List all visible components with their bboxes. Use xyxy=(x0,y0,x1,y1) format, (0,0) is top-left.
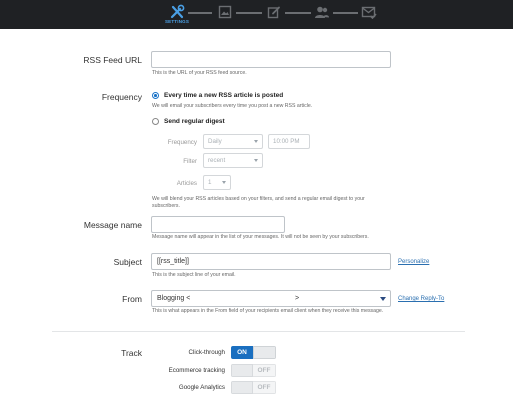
toggle-state: ON xyxy=(231,346,253,359)
track-item-label: Click-through xyxy=(188,349,225,356)
subject-help: This is the subject line of your email. xyxy=(152,272,236,278)
tools-icon xyxy=(169,4,185,20)
edit-step[interactable] xyxy=(263,4,285,20)
section-divider xyxy=(52,331,465,332)
from-select[interactable]: Blogging < > xyxy=(151,290,391,307)
digest-articles-select[interactable]: 1 xyxy=(203,175,231,190)
ecommerce-tracking-toggle[interactable]: OFF xyxy=(231,364,276,377)
step-connector xyxy=(236,12,262,14)
users-icon xyxy=(314,5,330,19)
wizard-bar: SETTINGS xyxy=(0,0,513,29)
change-reply-to-link[interactable]: Change Reply-To xyxy=(398,296,444,302)
rss-url-label: RSS Feed URL xyxy=(83,55,142,65)
frequency-label: Frequency xyxy=(101,92,142,102)
recipients-step[interactable] xyxy=(311,4,333,20)
digest-filter-value: recent xyxy=(208,157,226,164)
digest-help: We will blend your RSS articles based on… xyxy=(152,196,365,209)
radio-every-article[interactable] xyxy=(152,92,159,99)
from-value-end: > xyxy=(295,295,300,302)
edit-icon xyxy=(267,5,281,19)
chevron-down-icon xyxy=(254,140,258,143)
toggle-knob xyxy=(231,364,253,377)
digest-frequency-select[interactable]: Daily xyxy=(203,134,263,149)
image-icon xyxy=(218,5,232,19)
radio-digest-label[interactable]: Send regular digest xyxy=(164,118,225,125)
rss-url-input[interactable] xyxy=(151,51,391,68)
rss-url-help: This is the URL of your RSS feed source. xyxy=(152,70,247,76)
track-label: Track xyxy=(121,348,142,358)
chevron-down-icon xyxy=(380,297,386,301)
message-name-label: Message name xyxy=(83,220,142,230)
track-item-label: Google Analytics xyxy=(178,384,225,391)
click-through-toggle[interactable]: ON xyxy=(231,346,276,359)
track-item-label: Ecommerce tracking xyxy=(168,367,225,374)
radio-every-article-label[interactable]: Every time a new RSS article is posted xyxy=(164,92,283,99)
personalize-link[interactable]: Personalize xyxy=(398,259,429,265)
from-help: This is what appears in the From field o… xyxy=(152,308,384,314)
subject-input[interactable]: [[rss_title]] xyxy=(151,253,391,270)
send-step[interactable] xyxy=(358,4,380,20)
chevron-down-icon xyxy=(222,181,226,184)
envelope-check-icon xyxy=(361,5,377,19)
digest-articles-value: 1 xyxy=(208,179,212,186)
template-step[interactable] xyxy=(214,4,236,20)
toggle-knob xyxy=(253,346,276,359)
toggle-state: OFF xyxy=(253,364,276,377)
google-analytics-toggle[interactable]: OFF xyxy=(231,381,276,394)
digest-articles-label: Articles xyxy=(176,180,197,187)
digest-time-input[interactable]: 10:00 PM xyxy=(268,134,310,149)
from-label: From xyxy=(122,294,142,304)
every-article-help: We will email your subscribers every tim… xyxy=(152,103,313,109)
settings-step[interactable] xyxy=(166,4,188,20)
digest-time-value: 10:00 PM xyxy=(273,138,300,145)
toggle-state: OFF xyxy=(253,381,276,394)
step-connector xyxy=(333,12,358,14)
digest-filter-select[interactable]: recent xyxy=(203,153,263,168)
from-value-start: Blogging < xyxy=(157,295,191,302)
active-step-label: SETTINGS xyxy=(164,19,190,24)
message-name-help: Message name will appear in the list of … xyxy=(152,234,369,240)
digest-filter-label: Filter xyxy=(183,158,197,165)
subject-label: Subject xyxy=(113,257,142,267)
message-name-input[interactable] xyxy=(151,216,285,233)
digest-frequency-value: Daily xyxy=(208,138,222,145)
radio-digest[interactable] xyxy=(152,118,159,125)
chevron-down-icon xyxy=(254,159,258,162)
digest-frequency-label: Frequency xyxy=(167,139,197,146)
step-connector xyxy=(285,12,311,14)
toggle-knob xyxy=(231,381,253,394)
step-connector xyxy=(188,12,212,14)
